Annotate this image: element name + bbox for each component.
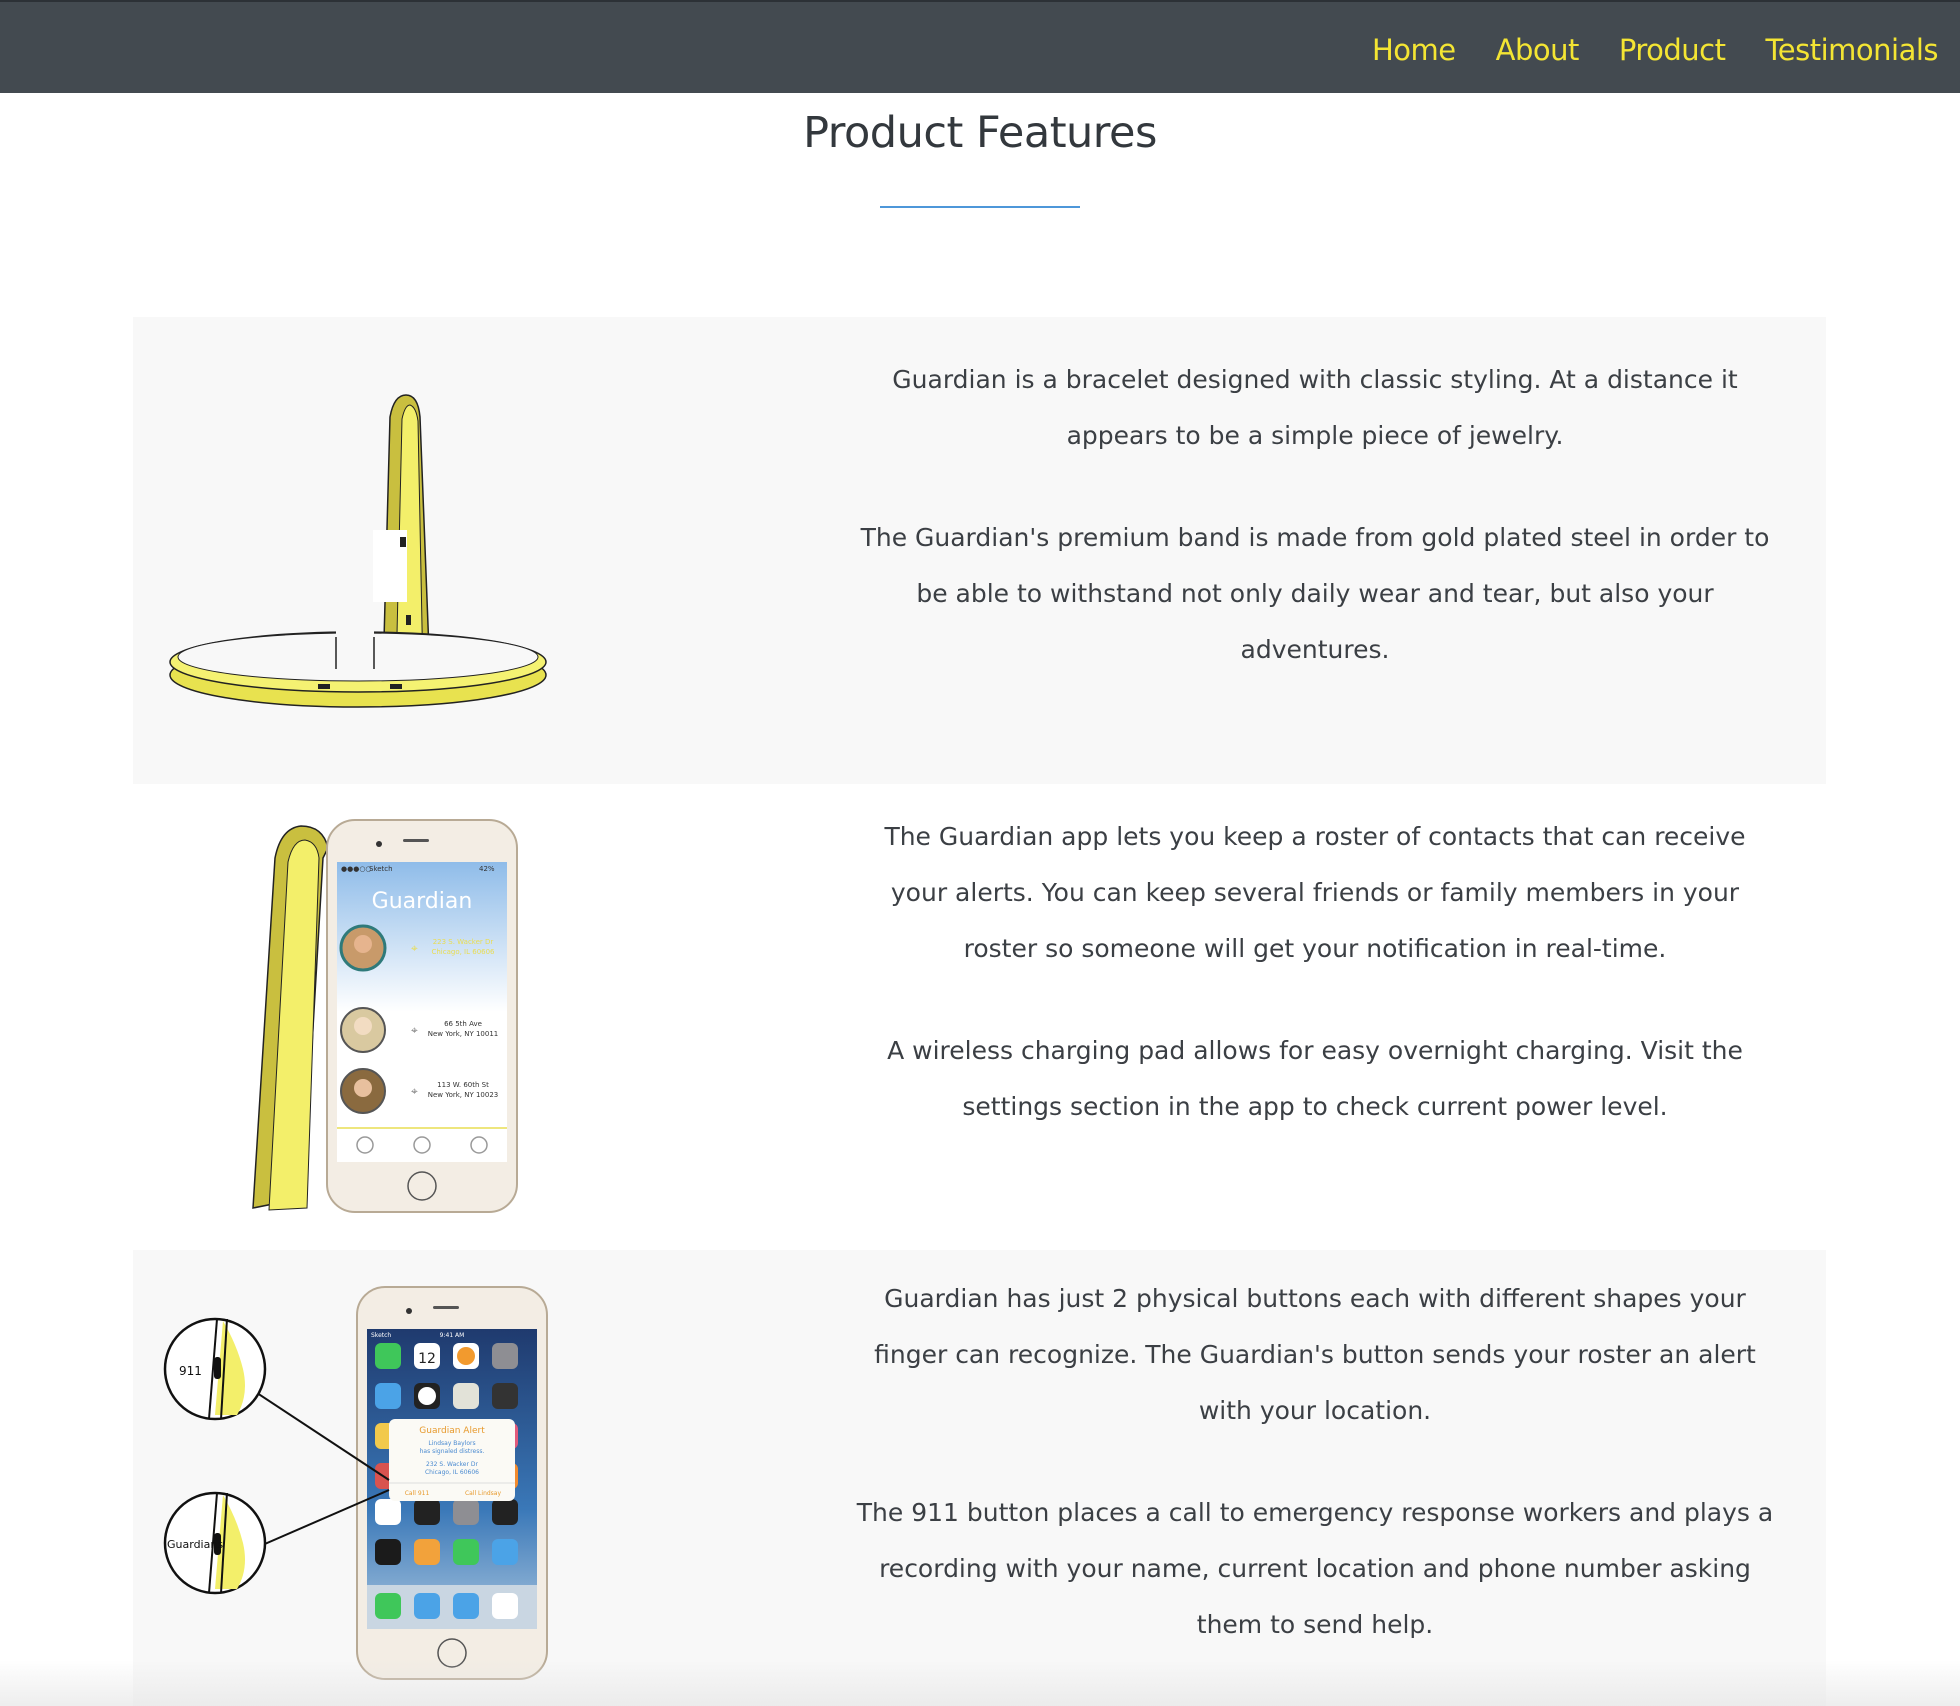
feature-section-buttons: Sketch 9:41 AM 12 Guardian Alert Lindsay…	[133, 1250, 1826, 1706]
svg-text:⌖: ⌖	[411, 1084, 418, 1098]
nav-product-link[interactable]: Product	[1619, 30, 1726, 70]
svg-text:●●●○○: ●●●○○	[341, 865, 372, 873]
svg-text:⌖: ⌖	[411, 1023, 418, 1037]
svg-text:12: 12	[418, 1351, 436, 1367]
svg-text:Chicago, IL 60606: Chicago, IL 60606	[431, 948, 495, 956]
title-divider	[880, 206, 1080, 208]
svg-text:Sketch: Sketch	[371, 1332, 391, 1339]
svg-text:113 W. 60th St: 113 W. 60th St	[437, 1081, 489, 1089]
phone-status-text: Sketch	[369, 865, 393, 873]
bottom-fade	[0, 1660, 1960, 1706]
svg-text:Lindsay Baylors: Lindsay Baylors	[428, 1440, 475, 1447]
svg-text:223 S. Wacker Dr: 223 S. Wacker Dr	[433, 938, 494, 946]
feature-paragraph: The 911 button places a call to emergenc…	[856, 1498, 1774, 1639]
feature-text-bracelet: Guardian is a bracelet designed with cla…	[855, 352, 1775, 724]
svg-text:New York, NY 10023: New York, NY 10023	[428, 1091, 499, 1099]
svg-text:New York, NY 10011: New York, NY 10011	[428, 1030, 499, 1038]
svg-text:232 S. Wacker Dr: 232 S. Wacker Dr	[426, 1461, 478, 1468]
feature-section-app: ●●●○○ Sketch 42% Guardian ⌖ 223 S. Wacke…	[133, 784, 1826, 1250]
svg-text:Call 911: Call 911	[405, 1490, 430, 1497]
svg-text:Call Lindsay: Call Lindsay	[465, 1490, 502, 1497]
bracelet-image	[168, 357, 548, 737]
svg-text:⌖: ⌖	[411, 941, 418, 955]
svg-text:Chicago, IL 60606: Chicago, IL 60606	[425, 1469, 479, 1476]
svg-text:Guardian Alert: Guardian Alert	[419, 1426, 485, 1436]
feature-text-buttons: Guardian has just 2 physical buttons eac…	[855, 1271, 1775, 1699]
feature-paragraph: The Guardian's premium band is made from…	[860, 523, 1770, 664]
feature-paragraph: The Guardian app lets you keep a roster …	[884, 822, 1746, 963]
feature-section-bracelet: Guardian is a bracelet designed with cla…	[133, 317, 1826, 784]
callout-911-label: 911	[179, 1364, 202, 1378]
feature-paragraph: Guardian has just 2 physical buttons eac…	[874, 1284, 1756, 1425]
phone-battery-text: 42%	[479, 865, 495, 873]
nav-home-link[interactable]: Home	[1372, 30, 1456, 70]
app-title-text: Guardian	[372, 889, 473, 914]
nav-testimonials-link[interactable]: Testimonials	[1765, 30, 1938, 70]
app-phone-image: ●●●○○ Sketch 42% Guardian ⌖ 223 S. Wacke…	[233, 818, 553, 1218]
feature-paragraph: Guardian is a bracelet designed with cla…	[892, 365, 1738, 450]
svg-text:66 5th Ave: 66 5th Ave	[444, 1020, 482, 1028]
svg-text:9:41 AM: 9:41 AM	[440, 1332, 465, 1339]
buttons-diagram-image: Sketch 9:41 AM 12 Guardian Alert Lindsay…	[163, 1285, 553, 1685]
nav-about-link[interactable]: About	[1496, 30, 1580, 70]
feature-paragraph: A wireless charging pad allows for easy …	[887, 1036, 1743, 1121]
top-navbar: Home About Product Testimonials	[0, 0, 1960, 93]
nav-links: Home About Product Testimonials	[1372, 30, 1939, 70]
callout-guardians-label: Guardians	[167, 1538, 223, 1551]
feature-text-app: The Guardian app lets you keep a roster …	[855, 809, 1775, 1181]
page-title: Product Features	[803, 108, 1157, 158]
svg-text:has signaled distress.: has signaled distress.	[420, 1448, 485, 1455]
